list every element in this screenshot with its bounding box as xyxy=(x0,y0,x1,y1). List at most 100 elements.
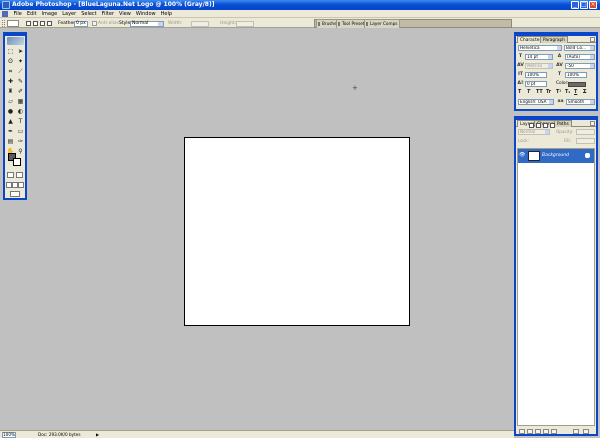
pen-tool-icon[interactable]: ✒ xyxy=(6,127,15,136)
blend-mode-select[interactable]: Normal xyxy=(518,129,550,135)
fill-input[interactable] xyxy=(576,138,595,144)
document-info: Doc: 293.0K/0 bytes xyxy=(38,432,81,437)
new-layer-icon[interactable] xyxy=(573,429,579,434)
font-family-select[interactable]: Helvetica xyxy=(518,45,562,51)
add-selection-icon[interactable] xyxy=(33,21,38,26)
antialias-select[interactable]: Smooth xyxy=(566,99,595,105)
eyedropper-tool-icon[interactable]: ✑ xyxy=(16,137,25,146)
menu-file[interactable]: File xyxy=(11,10,24,18)
move-tool-icon[interactable]: ➤ xyxy=(16,47,25,56)
lock-pixels-icon[interactable] xyxy=(536,123,541,128)
status-menu-arrow-icon[interactable]: ▶ xyxy=(96,433,100,437)
intersect-selection-icon[interactable] xyxy=(47,21,52,26)
menu-image[interactable]: Image xyxy=(39,10,60,18)
photoshop-logo[interactable] xyxy=(7,37,24,45)
vertical-scale-input[interactable]: 100% xyxy=(525,72,547,78)
photoshop-app-icon[interactable] xyxy=(2,1,10,9)
menu-view[interactable]: View xyxy=(117,10,134,18)
height-input[interactable] xyxy=(236,20,254,27)
minimize-button[interactable]: _ xyxy=(571,1,579,9)
text-color-swatch[interactable] xyxy=(568,82,586,87)
menu-edit[interactable]: Edit xyxy=(24,10,39,18)
clone-stamp-tool-icon[interactable]: ♜ xyxy=(6,87,15,96)
superscript-button[interactable]: T¹ xyxy=(556,90,561,96)
brush-tool-icon[interactable]: ✎ xyxy=(16,77,25,86)
opacity-input[interactable] xyxy=(576,129,595,135)
eraser-tool-icon[interactable]: ▱ xyxy=(6,97,15,106)
options-bar-grip[interactable] xyxy=(2,20,5,27)
leading-input[interactable]: (Auto) xyxy=(565,54,595,60)
feather-input[interactable]: 0 px xyxy=(74,20,88,27)
menu-help[interactable]: Help xyxy=(158,10,174,18)
shape-tool-icon[interactable]: ▭ xyxy=(16,127,25,136)
underline-button[interactable]: T xyxy=(574,90,577,96)
language-select[interactable]: English: USA xyxy=(518,99,554,105)
chevron-down-icon xyxy=(590,55,594,59)
blur-tool-icon[interactable]: ● xyxy=(6,107,15,116)
menu-window[interactable]: Window xyxy=(133,10,158,18)
jump-to-imageready-icon[interactable] xyxy=(10,191,20,197)
screen-mode-full-icon[interactable] xyxy=(18,182,24,188)
maximize-button[interactable]: □ xyxy=(580,1,588,9)
baseline-shift-input[interactable]: 0 pt xyxy=(525,81,547,87)
zoom-tool-icon[interactable]: ⚲ xyxy=(16,147,25,156)
font-size-input[interactable]: 14 pt xyxy=(525,54,553,60)
marquee-tool-icon[interactable]: ⬚ xyxy=(6,47,15,56)
quick-mask-mode-icon[interactable] xyxy=(16,172,23,178)
slice-tool-icon[interactable]: ⟋ xyxy=(16,67,25,76)
trash-icon[interactable] xyxy=(583,429,589,434)
dodge-tool-icon[interactable]: ◐ xyxy=(16,107,25,116)
path-selection-tool-icon[interactable]: ▲ xyxy=(6,117,15,126)
antialias-checkbox[interactable] xyxy=(92,21,97,26)
palette-menu-icon[interactable] xyxy=(590,37,595,42)
tab-paths[interactable]: Paths xyxy=(554,120,572,127)
horizontal-scale-input[interactable]: 100% xyxy=(565,72,587,78)
width-input[interactable] xyxy=(191,20,209,27)
faux-bold-button[interactable]: T xyxy=(518,90,521,96)
layer-mask-icon[interactable] xyxy=(535,429,541,434)
menu-layer[interactable]: Layer xyxy=(60,10,79,18)
layer-thumbnail[interactable] xyxy=(528,151,540,161)
gradient-tool-icon[interactable]: ▦ xyxy=(16,97,25,106)
lasso-tool-icon[interactable]: ʘ xyxy=(6,57,15,66)
menu-select[interactable]: Select xyxy=(79,10,99,18)
strikethrough-button[interactable]: T xyxy=(583,90,586,96)
lock-transparency-icon[interactable] xyxy=(529,123,534,128)
faux-italic-button[interactable]: T xyxy=(527,90,530,96)
style-select[interactable]: Normal xyxy=(130,20,164,27)
small-caps-button[interactable]: Tr xyxy=(546,90,551,96)
healing-brush-tool-icon[interactable]: ✚ xyxy=(6,77,15,86)
document-icon[interactable] xyxy=(2,10,8,17)
tool-preset-picker[interactable] xyxy=(7,20,19,27)
new-selection-icon[interactable] xyxy=(26,21,31,26)
link-layers-icon[interactable] xyxy=(519,429,525,434)
palette-menu-icon[interactable] xyxy=(590,121,595,126)
all-caps-button[interactable]: TT xyxy=(536,90,543,96)
notes-tool-icon[interactable]: ▤ xyxy=(6,137,15,146)
subtract-selection-icon[interactable] xyxy=(40,21,45,26)
lock-position-icon[interactable] xyxy=(543,123,548,128)
zoom-input[interactable]: 100% xyxy=(2,432,16,438)
layer-name[interactable]: Background xyxy=(542,149,569,163)
magic-wand-tool-icon[interactable]: ✦ xyxy=(16,57,25,66)
standard-mode-icon[interactable] xyxy=(7,172,14,178)
history-brush-tool-icon[interactable]: ✐ xyxy=(16,87,25,96)
menu-filter[interactable]: Filter xyxy=(99,10,116,18)
type-tool-icon[interactable]: T xyxy=(16,117,25,126)
background-color-swatch[interactable] xyxy=(13,158,21,166)
layer-row[interactable]: 👁 Background xyxy=(518,149,594,163)
eye-icon[interactable]: 👁 xyxy=(519,153,525,158)
tracking-input[interactable]: -50 xyxy=(565,63,595,69)
font-style-select[interactable]: Bold Co... xyxy=(564,45,595,51)
tab-paragraph[interactable]: Paragraph xyxy=(540,36,569,43)
new-group-icon[interactable] xyxy=(543,429,549,434)
layer-style-icon[interactable] xyxy=(527,429,533,434)
lock-all-icon[interactable] xyxy=(550,123,555,128)
kerning-select[interactable]: Metrics xyxy=(525,63,553,69)
document-canvas[interactable] xyxy=(184,137,410,326)
well-tab-layer-comps[interactable]: Layer Comps xyxy=(364,19,401,28)
crop-tool-icon[interactable]: ⌗ xyxy=(6,67,15,76)
close-button[interactable]: × xyxy=(589,1,597,9)
subscript-button[interactable]: T₁ xyxy=(565,90,570,96)
adjustment-layer-icon[interactable] xyxy=(551,429,557,434)
